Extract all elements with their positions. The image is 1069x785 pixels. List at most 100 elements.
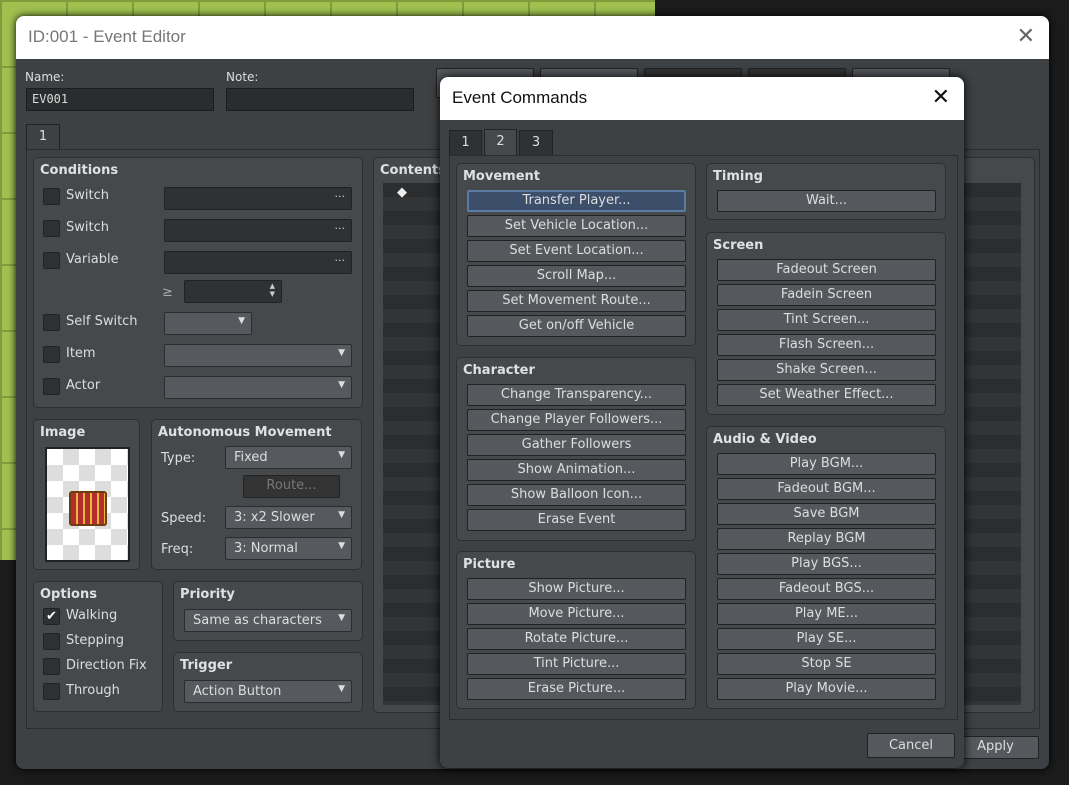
play-movie-button[interactable]: Play Movie... (717, 678, 936, 700)
name-input[interactable]: EV001 (26, 88, 214, 111)
switch-checkbox[interactable] (43, 220, 60, 237)
dialog-close-icon[interactable]: ✕ (932, 85, 950, 110)
set-vehicle-location-button[interactable]: Set Vehicle Location... (467, 215, 686, 237)
picture-group: Picture Show Picture... Move Picture... Rot… (456, 551, 696, 709)
fadeout-bgs-button[interactable]: Fadeout BGS... (717, 578, 936, 600)
variable-label: Variable (66, 252, 119, 267)
show-animation-button[interactable]: Show Animation... (467, 459, 686, 481)
route-button[interactable]: Route... (243, 475, 340, 498)
stepping-label: Stepping (66, 633, 124, 648)
note-label: Note: (226, 70, 259, 84)
apply-button[interactable]: Apply (952, 736, 1039, 759)
flash-screen-button[interactable]: Flash Screen... (717, 334, 936, 356)
movement-group: Movement Transfer Player... Set Vehicle Lo… (456, 163, 696, 346)
change-transparency-button[interactable]: Change Transparency... (467, 384, 686, 406)
tint-picture-button[interactable]: Tint Picture... (467, 653, 686, 675)
set-weather-effect-button[interactable]: Set Weather Effect... (717, 384, 936, 406)
play-me-button[interactable]: Play ME... (717, 603, 936, 625)
gather-followers-button[interactable]: Gather Followers (467, 434, 686, 456)
trigger-title: Trigger (180, 658, 233, 673)
audio-video-group: Audio & Video Play BGM... Fadeout BGM... Sa… (706, 426, 946, 709)
show-picture-button[interactable]: Show Picture... (467, 578, 686, 600)
move-picture-button[interactable]: Move Picture... (467, 603, 686, 625)
stepping-checkbox[interactable] (43, 633, 60, 650)
character-group: Character Change Transparency... Change Pl… (456, 357, 696, 541)
freq-dropdown[interactable]: 3: Normal ▼ (225, 537, 352, 560)
erase-picture-button[interactable]: Erase Picture... (467, 678, 686, 700)
change-player-followers-button[interactable]: Change Player Followers... (467, 409, 686, 431)
replay-bgm-button[interactable]: Replay BGM (717, 528, 936, 550)
tab-3[interactable]: 3 (519, 130, 553, 156)
scroll-map-button[interactable]: Scroll Map... (467, 265, 686, 287)
speed-dropdown[interactable]: 3: x2 Slower ▼ (225, 506, 352, 529)
play-bgs-button[interactable]: Play BGS... (717, 553, 936, 575)
switch1-field[interactable]: ··· (164, 187, 352, 210)
item-checkbox[interactable] (43, 346, 60, 363)
erase-event-button[interactable]: Erase Event (467, 509, 686, 531)
screen-group: Screen Fadeout Screen Fadein Screen Tint Sc… (706, 232, 946, 415)
conditions-title: Conditions (40, 163, 119, 178)
play-se-button[interactable]: Play SE... (717, 628, 936, 650)
dialog-cancel-button[interactable]: Cancel (867, 733, 955, 758)
switch-label: Switch (66, 220, 109, 235)
screen-title: Screen (713, 238, 764, 253)
switch2-field[interactable]: ··· (164, 219, 352, 242)
switch-label: Switch (66, 188, 109, 203)
set-event-location-button[interactable]: Set Event Location... (467, 240, 686, 262)
contents-item-end[interactable]: ◆ (397, 185, 407, 200)
rotate-picture-button[interactable]: Rotate Picture... (467, 628, 686, 650)
direction-fix-checkbox[interactable] (43, 658, 60, 675)
walking-checkbox[interactable]: ✔ (43, 608, 60, 625)
priority-title: Priority (180, 587, 235, 602)
through-label: Through (66, 683, 120, 698)
self-switch-checkbox[interactable] (43, 314, 60, 331)
fadeout-screen-button[interactable]: Fadeout Screen (717, 259, 936, 281)
tab-1[interactable]: 1 (449, 130, 482, 156)
picture-title: Picture (463, 557, 516, 572)
self-switch-dropdown[interactable]: ▼ (164, 312, 252, 335)
variable-field[interactable]: ··· (164, 251, 352, 274)
autonomous-movement-group: Autonomous Movement Type: Fixed ▼ Route..… (151, 419, 362, 570)
variable-checkbox[interactable] (43, 252, 60, 269)
priority-group: Priority Same as characters ▼ (173, 581, 363, 641)
image-group: Image (33, 419, 140, 570)
close-icon[interactable]: ✕ (1017, 24, 1035, 49)
get-on-off-vehicle-button[interactable]: Get on/off Vehicle (467, 315, 686, 337)
show-balloon-icon-button[interactable]: Show Balloon Icon... (467, 484, 686, 506)
audio-video-title: Audio & Video (713, 432, 817, 447)
event-image[interactable] (45, 447, 130, 562)
tab-2[interactable]: 2 (484, 129, 517, 156)
image-title: Image (40, 425, 86, 440)
name-label: Name: (25, 70, 65, 84)
fadein-screen-button[interactable]: Fadein Screen (717, 284, 936, 306)
actor-label: Actor (66, 378, 101, 393)
treasure-chest-icon (69, 491, 107, 526)
set-movement-route-button[interactable]: Set Movement Route... (467, 290, 686, 312)
dialog-titlebar: Event Commands ✕ (440, 77, 964, 120)
tab-page-1[interactable]: 1 (26, 124, 60, 150)
transfer-player-button[interactable]: Transfer Player... (467, 190, 686, 212)
contents-title: Contents (380, 163, 446, 178)
trigger-dropdown[interactable]: Action Button ▼ (184, 680, 352, 703)
priority-dropdown[interactable]: Same as characters ▼ (184, 609, 352, 632)
trigger-value: Action Button (193, 684, 282, 699)
autonomous-title: Autonomous Movement (158, 425, 332, 440)
fadeout-bgm-button[interactable]: Fadeout BGM... (717, 478, 936, 500)
stop-se-button[interactable]: Stop SE (717, 653, 936, 675)
wait-button[interactable]: Wait... (717, 190, 936, 212)
shake-screen-button[interactable]: Shake Screen... (717, 359, 936, 381)
play-bgm-button[interactable]: Play BGM... (717, 453, 936, 475)
actor-dropdown[interactable]: ▼ (164, 376, 352, 399)
through-checkbox[interactable] (43, 683, 60, 700)
tint-screen-button[interactable]: Tint Screen... (717, 309, 936, 331)
save-bgm-button[interactable]: Save BGM (717, 503, 936, 525)
type-dropdown[interactable]: Fixed ▼ (225, 446, 352, 469)
freq-value: 3: Normal (234, 541, 298, 556)
item-dropdown[interactable]: ▼ (164, 344, 352, 367)
note-input[interactable] (226, 88, 414, 111)
ge-symbol: ≥ (162, 285, 173, 300)
trigger-group: Trigger Action Button ▼ (173, 652, 363, 712)
actor-checkbox[interactable] (43, 378, 60, 395)
variable-value-spinner[interactable]: ▲ ▼ (184, 280, 282, 303)
switch-checkbox[interactable] (43, 188, 60, 205)
